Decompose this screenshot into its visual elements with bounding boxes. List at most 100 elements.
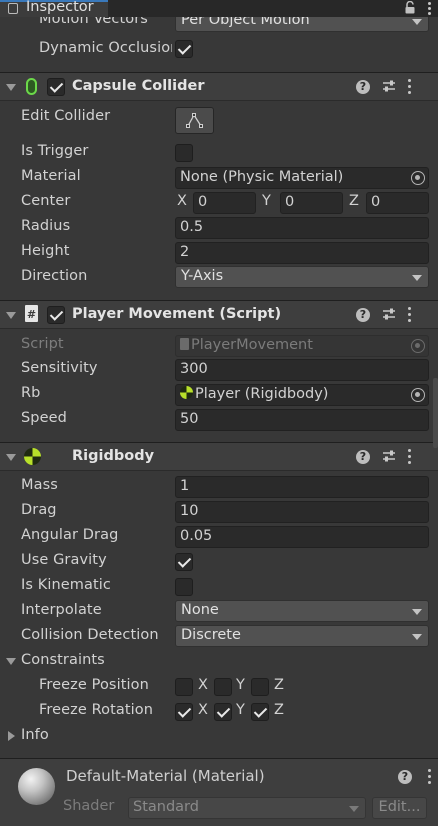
sensitivity-label: Sensitivity — [21, 360, 98, 376]
collision-detection-dropdown[interactable]: Discrete — [175, 625, 429, 647]
help-icon[interactable]: ? — [398, 770, 412, 784]
preset-icon[interactable] — [382, 79, 396, 93]
shader-label: Shader — [63, 798, 115, 814]
capsule-collider-header-icons: ? — [356, 78, 426, 96]
direction-dropdown[interactable]: Y-Axis — [175, 266, 429, 288]
use-gravity-checkbox[interactable] — [175, 553, 193, 571]
preset-icon[interactable] — [382, 449, 396, 463]
kebab-menu-icon[interactable] — [428, 769, 432, 785]
info-fold-icon[interactable] — [8, 731, 15, 741]
shader-edit-button[interactable]: Edit... — [372, 797, 427, 819]
capsule-collider-title: Capsule Collider — [72, 78, 205, 94]
player-movement-header-icons: ? — [356, 306, 426, 324]
sensitivity-field[interactable]: 300 — [175, 359, 429, 381]
speed-label: Speed — [21, 410, 67, 426]
chevron-down-icon — [412, 275, 422, 281]
direction-label: Direction — [21, 268, 88, 284]
object-picker-icon[interactable] — [411, 171, 425, 185]
center-z-field[interactable]: 0 — [366, 192, 429, 214]
mass-field[interactable]: 1 — [175, 476, 429, 498]
interpolate-dropdown[interactable]: None — [175, 600, 429, 622]
edit-collider-label: Edit Collider — [21, 108, 111, 124]
capsule-collider-enabled-checkbox[interactable] — [47, 78, 65, 96]
center-x-field[interactable]: 0 — [193, 192, 256, 214]
freeze-position-z-checkbox[interactable] — [251, 678, 269, 696]
radius-value: 0.5 — [180, 219, 204, 235]
player-movement-header[interactable]: # Player Movement (Script) ? — [0, 300, 438, 329]
center-x-label: X — [177, 193, 187, 209]
radius-field[interactable]: 0.5 — [175, 217, 429, 239]
freeze-rotation-x-checkbox[interactable] — [175, 703, 193, 721]
motion-vectors-dropdown[interactable]: Per Object Motion — [175, 17, 429, 32]
mass-value: 1 — [180, 478, 190, 494]
kebab-menu-icon[interactable] — [408, 449, 412, 465]
radius-row: Radius 0.5 — [0, 215, 438, 240]
radius-label: Radius — [21, 218, 71, 234]
speed-field[interactable]: 50 — [175, 409, 429, 431]
constraints-label: Constraints — [21, 652, 105, 668]
kebab-menu-icon[interactable] — [408, 79, 412, 95]
freeze-rotation-z-checkbox[interactable] — [251, 703, 269, 721]
motion-vectors-label: Motion Vectors — [39, 17, 148, 27]
info-label: Info — [21, 727, 49, 743]
chevron-down-icon — [412, 634, 422, 640]
center-y-value: 0 — [285, 194, 295, 210]
inspector-tab-icon — [8, 3, 18, 14]
angular-drag-field[interactable]: 0.05 — [175, 526, 429, 548]
angular-drag-value: 0.05 — [180, 528, 213, 544]
material-value: None (Physic Material) — [180, 169, 344, 185]
object-picker-icon[interactable] — [411, 388, 425, 402]
dynamic-occlusion-row: Dynamic Occlusion — [0, 37, 438, 62]
freeze-rotation-row: Freeze Rotation X Y Z — [0, 699, 438, 724]
is-trigger-checkbox[interactable] — [175, 144, 193, 162]
center-y-field[interactable]: 0 — [280, 192, 343, 214]
help-icon[interactable]: ? — [356, 80, 370, 94]
edit-collider-button[interactable] — [175, 107, 214, 134]
constraints-fold-icon[interactable] — [6, 658, 16, 665]
script-object-field: PlayerMovement — [175, 335, 429, 357]
freeze-position-y-checkbox[interactable] — [214, 678, 232, 696]
inspector-tab[interactable]: Inspector — [0, 0, 108, 17]
tab-kebab-menu-icon[interactable] — [428, 2, 432, 15]
angular-drag-row: Angular Drag 0.05 — [0, 524, 438, 549]
lock-icon[interactable] — [404, 0, 416, 14]
direction-value: Y-Axis — [181, 268, 224, 284]
shader-dropdown[interactable]: Standard — [128, 797, 366, 819]
freeze-position-x-label: X — [198, 677, 208, 693]
freeze-rotation-z-label: Z — [274, 702, 284, 718]
mass-label: Mass — [21, 477, 58, 493]
rb-object-field[interactable]: Player (Rigidbody) — [175, 384, 429, 406]
help-icon[interactable]: ? — [356, 450, 370, 464]
freeze-position-y-label: Y — [236, 677, 245, 693]
center-z-label: Z — [349, 193, 359, 209]
shader-value: Standard — [133, 799, 199, 815]
material-sphere-icon — [18, 768, 55, 805]
freeze-position-x-checkbox[interactable] — [175, 678, 193, 696]
constraints-foldout[interactable]: Constraints — [0, 649, 438, 674]
inspector-scrollbar[interactable] — [433, 378, 438, 448]
capsule-collider-fold-icon[interactable] — [6, 84, 16, 91]
preset-icon[interactable] — [382, 307, 396, 321]
capsule-collider-header[interactable]: Capsule Collider ? — [0, 72, 438, 101]
direction-row: Direction Y-Axis — [0, 265, 438, 290]
rigidbody-header[interactable]: Rigidbody ? — [0, 442, 438, 471]
height-row: Height 2 — [0, 240, 438, 265]
center-x-value: 0 — [198, 194, 208, 210]
is-trigger-row: Is Trigger — [0, 140, 438, 165]
motion-vectors-row: Motion Vectors Per Object Motion — [0, 17, 438, 34]
rigidbody-fold-icon[interactable] — [6, 454, 16, 461]
player-movement-enabled-checkbox[interactable] — [47, 306, 65, 324]
help-icon[interactable]: ? — [356, 308, 370, 322]
info-foldout[interactable]: Info — [0, 724, 438, 749]
freeze-rotation-y-checkbox[interactable] — [214, 703, 232, 721]
is-kinematic-checkbox[interactable] — [175, 578, 193, 596]
svg-text:#: # — [27, 308, 36, 321]
drag-field[interactable]: 10 — [175, 501, 429, 523]
center-z-value: 0 — [371, 194, 381, 210]
material-object-field[interactable]: None (Physic Material) — [175, 167, 429, 189]
kebab-menu-icon[interactable] — [408, 307, 412, 323]
freeze-rotation-y-label: Y — [236, 702, 245, 718]
player-movement-fold-icon[interactable] — [6, 312, 16, 319]
height-field[interactable]: 2 — [175, 242, 429, 264]
dynamic-occlusion-checkbox[interactable] — [175, 40, 193, 58]
